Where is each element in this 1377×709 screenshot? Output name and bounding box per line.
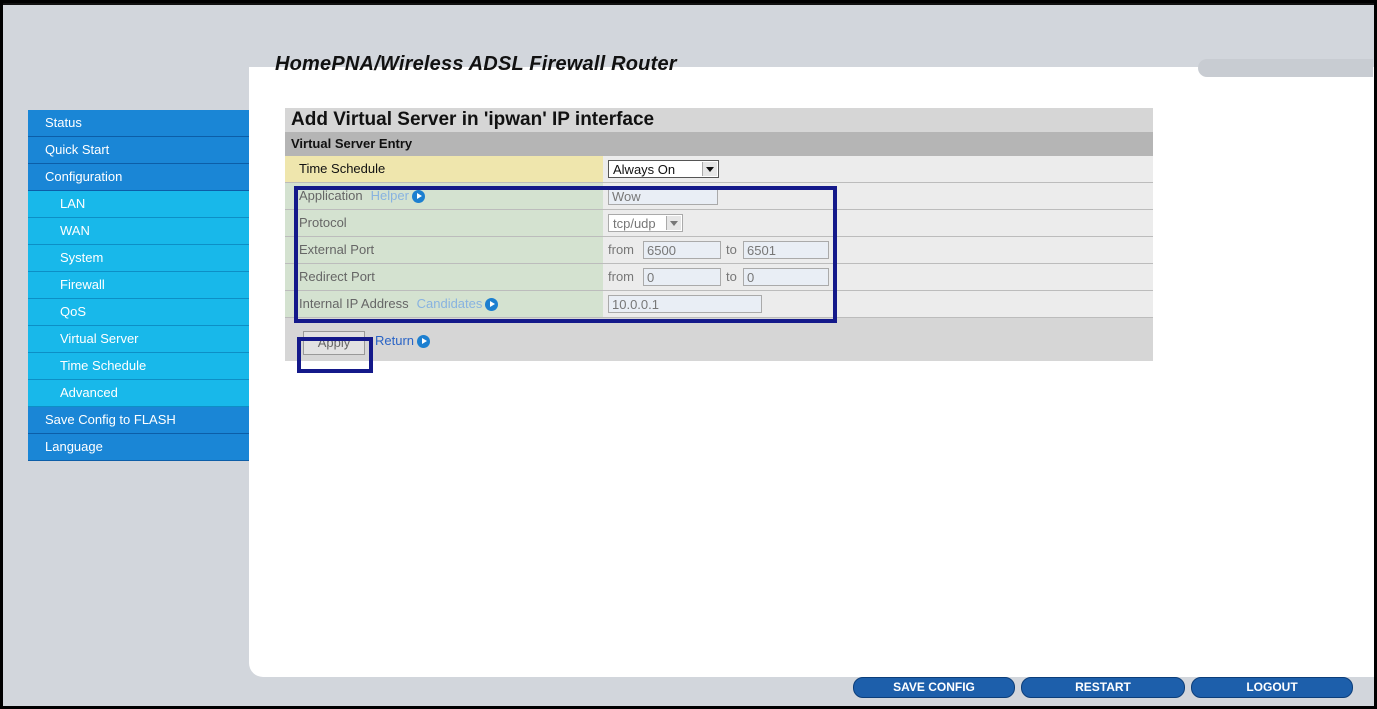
router-window: HomePNA/Wireless ADSL Firewall Router St… — [0, 0, 1377, 709]
candidates-link[interactable]: Candidates — [417, 296, 483, 311]
arrow-right-icon — [417, 335, 431, 349]
restart-button[interactable]: RESTART — [1021, 677, 1185, 698]
main-panel: Add Virtual Server in 'ipwan' IP interfa… — [285, 108, 1153, 361]
internal-ip-row: Internal IP Address Candidates 10.0.0.1 — [285, 291, 1153, 318]
external-to-label: to — [726, 242, 737, 257]
external-port-from-input[interactable]: 6500 — [643, 241, 721, 259]
time-schedule-row: Time Schedule Always On — [285, 156, 1153, 183]
arrow-right-icon[interactable] — [411, 190, 425, 204]
protocol-label: Protocol — [285, 210, 603, 236]
sidebar-item-qos[interactable]: QoS — [28, 299, 249, 326]
redirect-port-to-input[interactable]: 0 — [743, 268, 829, 286]
time-schedule-value: Always On — [613, 162, 676, 177]
top-border — [3, 3, 1374, 5]
sidebar-item-quick-start[interactable]: Quick Start — [28, 137, 249, 164]
internal-ip-label-cell: Internal IP Address Candidates — [285, 291, 603, 317]
external-port-to-input[interactable]: 6501 — [743, 241, 829, 259]
redirect-port-from-input[interactable]: 0 — [643, 268, 721, 286]
return-label: Return — [375, 333, 415, 348]
application-label: Application — [299, 188, 363, 203]
sidebar-item-configuration[interactable]: Configuration — [28, 164, 249, 191]
return-link[interactable]: Return — [375, 333, 431, 349]
arrow-right-icon[interactable] — [485, 298, 499, 312]
helper-link[interactable]: Helper — [371, 188, 409, 203]
sidebar-item-wan[interactable]: WAN — [28, 218, 249, 245]
application-input[interactable]: Wow — [608, 187, 718, 205]
sidebar-item-time-schedule[interactable]: Time Schedule — [28, 353, 249, 380]
action-bar: Apply Return — [285, 318, 1153, 361]
sidebar-item-status[interactable]: Status — [28, 110, 249, 137]
redirect-port-row: Redirect Port from 0 to 0 — [285, 264, 1153, 291]
sidebar-item-advanced[interactable]: Advanced — [28, 380, 249, 407]
sidebar-item-firewall[interactable]: Firewall — [28, 272, 249, 299]
application-row: Application Helper Wow — [285, 183, 1153, 210]
time-schedule-label: Time Schedule — [285, 156, 603, 182]
chevron-down-icon — [666, 216, 681, 230]
header-tab-decoration — [1198, 59, 1373, 77]
sidebar-item-system[interactable]: System — [28, 245, 249, 272]
sidebar-item-save-config[interactable]: Save Config to FLASH — [28, 407, 249, 434]
apply-button[interactable]: Apply — [303, 331, 365, 355]
application-label-cell: Application Helper — [285, 183, 603, 209]
external-from-label: from — [608, 242, 634, 257]
protocol-row: Protocol tcp/udp — [285, 210, 1153, 237]
sidebar-item-lan[interactable]: LAN — [28, 191, 249, 218]
time-schedule-select[interactable]: Always On — [608, 160, 719, 178]
chevron-down-icon — [702, 162, 717, 176]
redirect-from-label: from — [608, 269, 634, 284]
internal-ip-label: Internal IP Address — [299, 296, 409, 311]
internal-ip-input[interactable]: 10.0.0.1 — [608, 295, 762, 313]
protocol-select[interactable]: tcp/udp — [608, 214, 683, 232]
external-port-row: External Port from 6500 to 6501 — [285, 237, 1153, 264]
protocol-value: tcp/udp — [613, 216, 656, 231]
logout-button[interactable]: LOGOUT — [1191, 677, 1353, 698]
product-title: HomePNA/Wireless ADSL Firewall Router — [275, 53, 677, 75]
redirect-to-label: to — [726, 269, 737, 284]
page-title: Add Virtual Server in 'ipwan' IP interfa… — [285, 108, 1153, 132]
save-config-button[interactable]: SAVE CONFIG — [853, 677, 1015, 698]
sidebar-item-virtual-server[interactable]: Virtual Server — [28, 326, 249, 353]
external-port-label: External Port — [285, 237, 603, 263]
section-header: Virtual Server Entry — [285, 132, 1153, 156]
sidebar-nav: Status Quick Start Configuration LAN WAN… — [28, 110, 249, 461]
sidebar-item-language[interactable]: Language — [28, 434, 249, 461]
redirect-port-label: Redirect Port — [285, 264, 603, 290]
